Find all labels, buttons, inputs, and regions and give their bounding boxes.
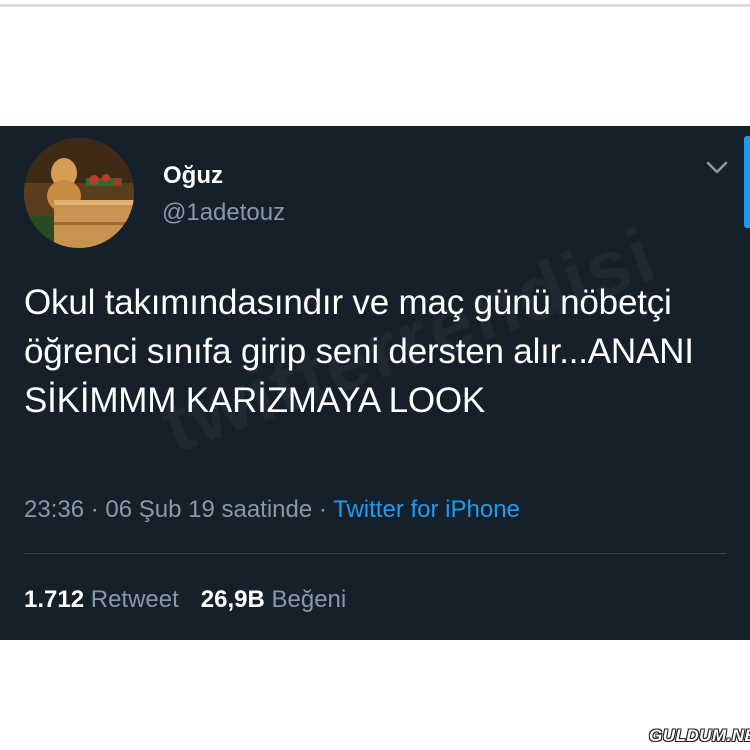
- separator: ·: [312, 496, 334, 523]
- tweet-card: twitterrendisi Oğuz @1adetouz Okul takım…: [0, 126, 750, 640]
- likes-stat[interactable]: 26,9B Beğeni: [201, 586, 346, 613]
- tweet-time: 23:36: [24, 496, 85, 523]
- divider: [24, 553, 726, 554]
- top-divider: [0, 4, 750, 7]
- avatar[interactable]: [24, 138, 134, 248]
- retweet-count: 1.712: [24, 586, 85, 613]
- scrollbar[interactable]: [744, 136, 750, 228]
- display-name[interactable]: Oğuz: [163, 162, 223, 190]
- like-count: 26,9B: [200, 586, 265, 613]
- separator: ·: [84, 496, 106, 523]
- user-handle[interactable]: @1adetouz: [162, 199, 285, 227]
- retweet-label: Retweet: [90, 586, 179, 613]
- retweets-stat[interactable]: 1.712 Retweet: [24, 586, 179, 613]
- dog-photo-icon: [24, 138, 134, 248]
- chevron-down-icon[interactable]: [704, 158, 730, 178]
- like-label: Beğeni: [271, 586, 347, 613]
- source-link[interactable]: Twitter for iPhone: [333, 496, 520, 523]
- tweet-metadata: 23:36 · 06 Şub 19 saatinde · Twitter for…: [24, 496, 520, 524]
- tweet-date: 06 Şub 19 saatinde: [105, 496, 313, 523]
- site-logo: GULDUM.NET: [649, 726, 750, 745]
- tweet-text: Okul takımındasındır ve maç günü nöbetçi…: [24, 283, 694, 420]
- engagement-stats: 1.712 Retweet 26,9B Beğeni: [24, 586, 346, 614]
